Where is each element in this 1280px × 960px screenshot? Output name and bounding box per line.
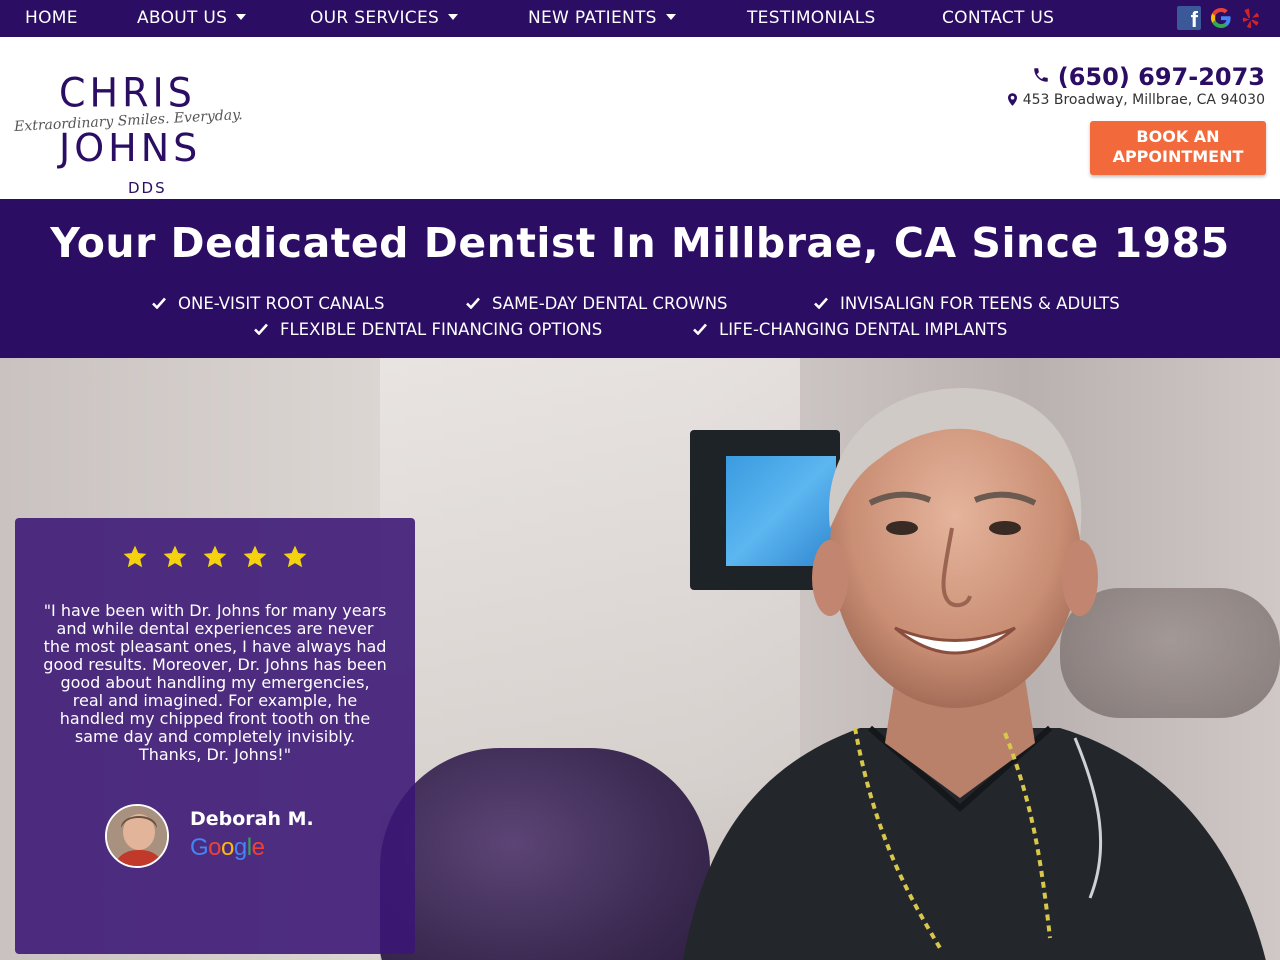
nav-contact-us[interactable]: CONTACT US — [942, 0, 1054, 37]
star-rating — [15, 544, 415, 574]
yelp-icon[interactable] — [1239, 6, 1263, 30]
reviewer-name: Deborah M. — [190, 808, 314, 830]
check-icon — [466, 297, 480, 309]
nav-home-label: HOME — [25, 8, 78, 28]
address: 453 Broadway, Millbrae, CA 94030 — [1007, 92, 1265, 108]
top-navigation: HOME ABOUT US OUR SERVICES NEW PATIENTS … — [0, 0, 1280, 37]
feature-label: ONE-VISIT ROOT CANALS — [178, 294, 385, 313]
avatar — [105, 804, 169, 868]
hero-image-section: "I have been with Dr. Johns for many yea… — [0, 358, 1280, 960]
nav-testimonials[interactable]: TESTIMONIALS — [747, 0, 876, 37]
phone-icon — [1034, 68, 1048, 82]
star-icon — [243, 545, 267, 568]
check-icon — [254, 323, 268, 335]
google-logo: Google — [190, 834, 265, 861]
hero-banner: Your Dedicated Dentist In Millbrae, CA S… — [0, 199, 1280, 358]
nav-testimonials-label: TESTIMONIALS — [747, 8, 876, 28]
testimonial-quote: "I have been with Dr. Johns for many yea… — [43, 601, 387, 764]
nav-new-patients[interactable]: NEW PATIENTS — [528, 0, 676, 37]
phone-number[interactable]: (650) 697-2073 — [1032, 63, 1265, 91]
nav-home[interactable]: HOME — [25, 0, 78, 37]
nav-about-us-label: ABOUT US — [137, 8, 228, 28]
facebook-icon[interactable]: f — [1177, 6, 1201, 32]
feature-label: SAME-DAY DENTAL CROWNS — [492, 294, 728, 313]
feature-item: SAME-DAY DENTAL CROWNS — [466, 294, 728, 313]
chevron-down-icon — [665, 14, 676, 20]
feature-item: ONE-VISIT ROOT CANALS — [152, 294, 384, 313]
logo-suffix: DDS — [128, 179, 167, 197]
nav-new-patients-label: NEW PATIENTS — [528, 8, 657, 28]
logo-name-first: CHRIS — [59, 69, 196, 117]
feature-label: LIFE-CHANGING DENTAL IMPLANTS — [719, 320, 1008, 339]
page-title: Your Dedicated Dentist In Millbrae, CA S… — [50, 219, 1230, 267]
book-button-line1: BOOK AN — [1136, 127, 1220, 146]
star-icon — [203, 545, 227, 568]
nav-about-us[interactable]: ABOUT US — [137, 0, 247, 37]
book-appointment-button[interactable]: BOOK AN APPOINTMENT — [1090, 121, 1266, 175]
phone-text: (650) 697-2073 — [1057, 63, 1265, 91]
map-pin-icon — [1007, 92, 1017, 106]
star-icon — [283, 545, 307, 568]
feature-item: FLEXIBLE DENTAL FINANCING OPTIONS — [254, 320, 602, 339]
feature-item: LIFE-CHANGING DENTAL IMPLANTS — [693, 320, 1007, 339]
feature-label: INVISALIGN FOR TEENS & ADULTS — [840, 294, 1120, 313]
feature-item: INVISALIGN FOR TEENS & ADULTS — [814, 294, 1120, 313]
address-text: 453 Broadway, Millbrae, CA 94030 — [1022, 92, 1265, 108]
logo[interactable]: CHRIS Extraordinary Smiles. Everyday. JO… — [14, 51, 243, 197]
star-icon — [123, 545, 147, 568]
nav-our-services-label: OUR SERVICES — [310, 8, 440, 28]
site-header: CHRIS Extraordinary Smiles. Everyday. JO… — [0, 37, 1280, 199]
nav-contact-us-label: CONTACT US — [942, 8, 1055, 28]
google-icon[interactable] — [1209, 6, 1233, 30]
logo-name-last: JOHNS — [59, 126, 202, 170]
nav-our-services[interactable]: OUR SERVICES — [310, 0, 459, 37]
chevron-down-icon — [448, 14, 459, 20]
chevron-down-icon — [236, 14, 247, 20]
feature-label: FLEXIBLE DENTAL FINANCING OPTIONS — [280, 320, 603, 339]
testimonial-card: "I have been with Dr. Johns for many yea… — [15, 518, 415, 954]
book-button-line2: APPOINTMENT — [1112, 147, 1244, 166]
star-icon — [163, 545, 187, 568]
check-icon — [152, 297, 166, 309]
dentist-photo — [683, 388, 1266, 960]
check-icon — [814, 297, 828, 309]
check-icon — [693, 323, 707, 335]
